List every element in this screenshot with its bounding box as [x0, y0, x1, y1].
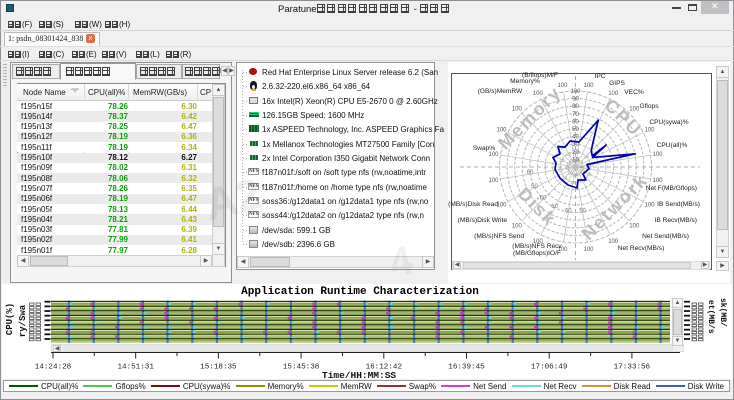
- svg-text:100: 100: [608, 91, 619, 97]
- svg-text:20: 20: [559, 158, 565, 163]
- svg-text:100: 100: [652, 178, 663, 184]
- svg-text:Gflops: Gflops: [639, 103, 659, 110]
- svg-text:15:45:38: 15:45:38: [283, 364, 320, 370]
- svg-text:Memory%: Memory%: [510, 78, 540, 85]
- svg-text:100: 100: [488, 152, 499, 158]
- svg-text:50: 50: [572, 127, 579, 133]
- svg-text:100: 100: [512, 224, 523, 230]
- svg-text:100: 100: [644, 127, 655, 133]
- svg-text:70: 70: [572, 112, 579, 118]
- svg-text:Net Recv(MB/s): Net Recv(MB/s): [618, 245, 665, 252]
- svg-text:50: 50: [531, 184, 538, 190]
- svg-text:(MB/s)NFS Recv: (MB/s)NFS Recv: [512, 243, 562, 250]
- svg-text:60: 60: [565, 208, 572, 214]
- svg-text:100: 100: [583, 247, 594, 253]
- svg-text:17:33:56: 17:33:56: [614, 364, 651, 370]
- svg-text:(GB/s)MemRW: (GB/s)MemRW: [478, 88, 523, 95]
- svg-text:(MB/s)Disk Write: (MB/s)Disk Write: [458, 217, 508, 224]
- svg-text:20: 20: [566, 152, 572, 157]
- svg-text:10: 10: [574, 158, 580, 163]
- svg-text:100: 100: [488, 178, 499, 184]
- svg-text:20: 20: [558, 167, 564, 172]
- svg-text:CPU: CPU: [601, 95, 646, 140]
- svg-text:IB Recv(MB/s): IB Recv(MB/s): [655, 217, 698, 224]
- svg-text:15:18:35: 15:18:35: [200, 364, 237, 370]
- svg-text:(B/flops)M/F: (B/flops)M/F: [522, 72, 558, 79]
- svg-text:16:12:42: 16:12:42: [366, 364, 403, 370]
- svg-text:14:51:31: 14:51:31: [117, 364, 154, 370]
- svg-text:IB Send(MB/s): IB Send(MB/s): [657, 201, 700, 208]
- svg-text:17:06:49: 17:06:49: [531, 364, 568, 370]
- svg-text:60: 60: [572, 119, 579, 125]
- svg-text:90: 90: [572, 97, 579, 103]
- svg-text:Net F(MB/Gflops): Net F(MB/Gflops): [646, 185, 697, 192]
- svg-text:30: 30: [572, 142, 579, 148]
- svg-text:100: 100: [496, 127, 507, 133]
- svg-text:60: 60: [540, 196, 547, 202]
- svg-text:16:39:45: 16:39:45: [448, 364, 485, 370]
- svg-text:(MB/s)Disk Read: (MB/s)Disk Read: [448, 201, 498, 208]
- svg-text:100: 100: [583, 83, 594, 89]
- svg-text:100: 100: [570, 89, 581, 95]
- svg-text:IPC: IPC: [595, 73, 606, 80]
- svg-text:40: 40: [572, 135, 579, 141]
- svg-text:100: 100: [629, 106, 640, 112]
- svg-text:14:24:28: 14:24:28: [35, 364, 72, 370]
- svg-text:CPU(all)%: CPU(all)%: [657, 142, 688, 149]
- svg-text:100: 100: [652, 152, 663, 158]
- svg-text:100: 100: [496, 203, 507, 209]
- svg-text:VEC%: VEC%: [624, 89, 644, 96]
- svg-text:20: 20: [575, 150, 581, 155]
- svg-text:60: 60: [527, 170, 534, 176]
- svg-text:60: 60: [551, 204, 558, 210]
- svg-text:Net Send(MB/s): Net Send(MB/s): [642, 233, 689, 240]
- svg-text:80: 80: [572, 104, 579, 110]
- svg-text:CPU(sywa)%: CPU(sywa)%: [649, 119, 688, 126]
- svg-text:100: 100: [557, 83, 568, 89]
- svg-text:20: 20: [586, 172, 592, 177]
- svg-text:(MB/Gflops)IO/F: (MB/Gflops)IO/F: [513, 250, 561, 257]
- svg-text:20: 20: [571, 180, 577, 185]
- svg-text:(MB/s)NFS Send: (MB/s)NFS Send: [474, 233, 524, 240]
- svg-text:50: 50: [579, 208, 586, 214]
- svg-text:Swap%: Swap%: [473, 145, 495, 152]
- svg-text:100: 100: [533, 91, 544, 97]
- svg-text:100: 100: [644, 203, 655, 209]
- svg-text:GIPS: GIPS: [609, 80, 625, 87]
- svg-text:20: 20: [584, 154, 590, 159]
- svg-text:100: 100: [629, 224, 640, 230]
- svg-text:100: 100: [512, 106, 523, 112]
